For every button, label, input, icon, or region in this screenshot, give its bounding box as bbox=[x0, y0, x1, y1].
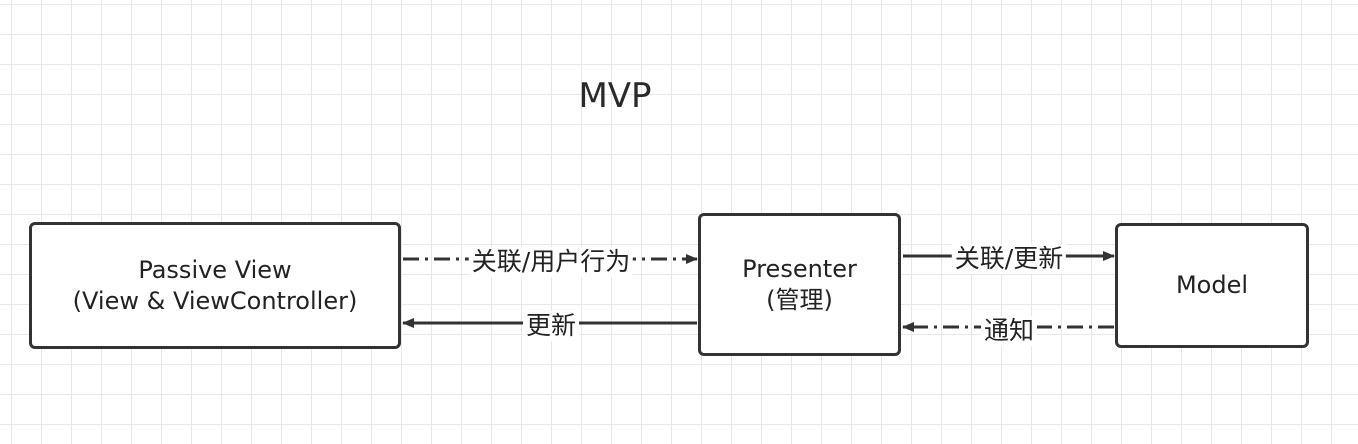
edge-label-model-to-presenter: 通知 bbox=[980, 316, 1038, 346]
node-passive-view-title: Passive View bbox=[138, 255, 292, 284]
node-presenter-subtitle: (管理) bbox=[766, 285, 833, 314]
edge-label-view-to-presenter: 关联/用户行为 bbox=[468, 247, 634, 277]
node-model-title: Model bbox=[1175, 271, 1249, 299]
diagram-canvas: MVP Passive View (View & ViewController)… bbox=[0, 0, 1358, 444]
node-presenter: Presenter (管理) bbox=[698, 213, 901, 356]
edge-label-presenter-to-model: 关联/更新 bbox=[951, 244, 1067, 274]
edge-label-presenter-to-view: 更新 bbox=[522, 311, 580, 341]
node-presenter-title: Presenter bbox=[742, 254, 857, 283]
node-passive-view: Passive View (View & ViewController) bbox=[29, 222, 401, 349]
node-model: Model bbox=[1115, 223, 1309, 348]
node-passive-view-subtitle: (View & ViewController) bbox=[72, 286, 358, 315]
